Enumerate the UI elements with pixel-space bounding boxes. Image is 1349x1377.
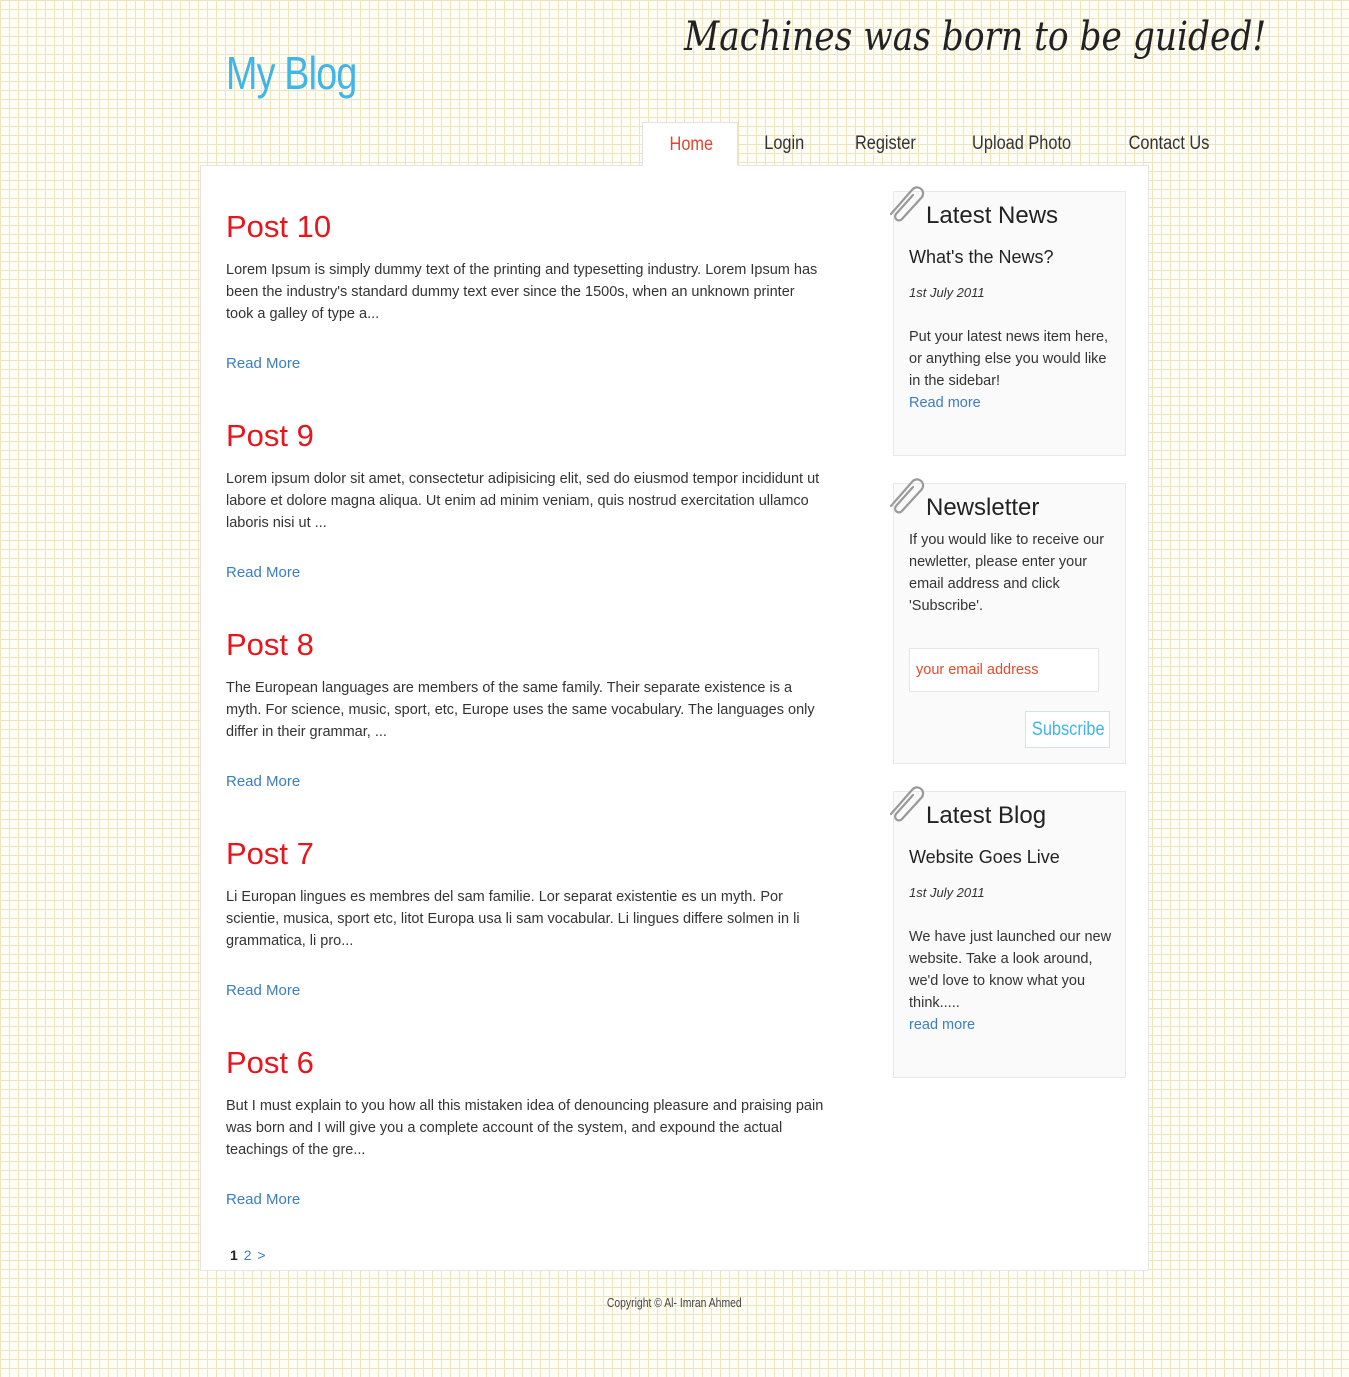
post-excerpt: Li Europan lingues es membres del sam fa… [226, 889, 800, 949]
read-more-link[interactable]: Read More [226, 773, 826, 790]
paperclip-icon [889, 478, 925, 514]
blog-date: 1st July 2011 [909, 885, 985, 900]
post-item: Post 7 Li Europan lingues es membres del… [226, 835, 826, 1044]
main-nav: Home Login Register Upload Photo Contact… [642, 122, 1236, 166]
post-title[interactable]: Post 6 [226, 1044, 826, 1081]
post-excerpt: Lorem ipsum dolor sit amet, consectetur … [226, 471, 820, 531]
news-heading: What's the News? [909, 247, 1054, 267]
latest-news-widget: Latest News What's the News? 1st July 20… [889, 186, 1126, 456]
subscribe-button-label: Subscribe [1031, 718, 1105, 740]
widget-title: Newsletter [926, 494, 1040, 521]
pagination-current-page: 1 [230, 1247, 238, 1263]
widget-body: If you would like to receive our newlett… [909, 529, 1113, 617]
post-item: Post 9 Lorem ipsum dolor sit amet, conse… [226, 417, 826, 626]
widget-body: Website Goes Live 1st July 2011 We have … [909, 846, 1113, 1036]
news-text: Put your latest news item here, or anyth… [909, 329, 1109, 389]
copyright-text: Copyright © Al- Imran Ahmed [607, 1295, 742, 1310]
read-more-link[interactable]: Read More [226, 355, 826, 372]
content-panel: Post 10 Lorem Ipsum is simply dummy text… [200, 165, 1149, 1271]
widget-body: What's the News? 1st July 2011 Put your … [909, 246, 1113, 414]
nav-item-label: Login [763, 133, 804, 154]
nav-item-label: Contact Us [1128, 133, 1210, 154]
newsletter-text: If you would like to receive our newlett… [909, 532, 1105, 614]
read-more-link[interactable]: Read More [226, 1191, 826, 1208]
widget-title: Latest News [926, 202, 1059, 229]
post-excerpt: Lorem Ipsum is simply dummy text of the … [226, 262, 818, 322]
post-excerpt: But I must explain to you how all this m… [226, 1098, 824, 1158]
read-more-link[interactable]: Read More [226, 982, 826, 999]
email-field[interactable] [909, 648, 1099, 692]
paperclip-icon [889, 786, 925, 822]
blog-text: We have just launched our new website. T… [909, 929, 1112, 1011]
read-more-link[interactable]: Read More [226, 564, 826, 581]
post-item: Post 8 The European languages are member… [226, 626, 826, 835]
post-excerpt: The European languages are members of th… [226, 680, 815, 740]
post-item: Post 10 Lorem Ipsum is simply dummy text… [226, 208, 826, 417]
nav-item-upload-photo[interactable]: Upload Photo [941, 122, 1099, 166]
site-title[interactable]: My Blog [226, 46, 357, 100]
paperclip-icon [889, 186, 925, 222]
latest-blog-widget: Latest Blog Website Goes Live 1st July 2… [889, 786, 1126, 1078]
nav-item-home[interactable]: Home [642, 122, 738, 166]
post-title[interactable]: Post 8 [226, 626, 826, 663]
nav-item-label: Register [855, 133, 916, 154]
nav-item-label: Home [669, 133, 714, 155]
news-read-more-link[interactable]: Read more [909, 395, 981, 411]
pagination-next[interactable]: > [257, 1247, 265, 1263]
post-list: Post 10 Lorem Ipsum is simply dummy text… [226, 208, 826, 1253]
post-title[interactable]: Post 10 [226, 208, 826, 245]
nav-item-register[interactable]: Register [827, 122, 941, 166]
post-title[interactable]: Post 9 [226, 417, 826, 454]
post-item: Post 6 But I must explain to you how all… [226, 1044, 826, 1253]
site-tagline: Machines was born to be guided! [684, 14, 1267, 60]
nav-item-contact-us[interactable]: Contact Us [1099, 122, 1236, 166]
news-date: 1st July 2011 [909, 285, 985, 300]
pagination-page-2[interactable]: 2 [244, 1247, 252, 1263]
widget-title: Latest Blog [926, 802, 1047, 829]
pagination: 1 2 > [230, 1247, 266, 1263]
footer: Copyright © Al- Imran Ahmed [0, 1295, 1349, 1310]
post-title[interactable]: Post 7 [226, 835, 826, 872]
newsletter-widget: Newsletter If you would like to receive … [889, 478, 1126, 764]
nav-item-label: Upload Photo [971, 133, 1072, 154]
subscribe-button[interactable]: Subscribe [1025, 711, 1110, 748]
nav-item-login[interactable]: Login [738, 122, 828, 166]
blog-heading: Website Goes Live [909, 847, 1060, 867]
blog-read-more-link[interactable]: read more [909, 1017, 975, 1033]
